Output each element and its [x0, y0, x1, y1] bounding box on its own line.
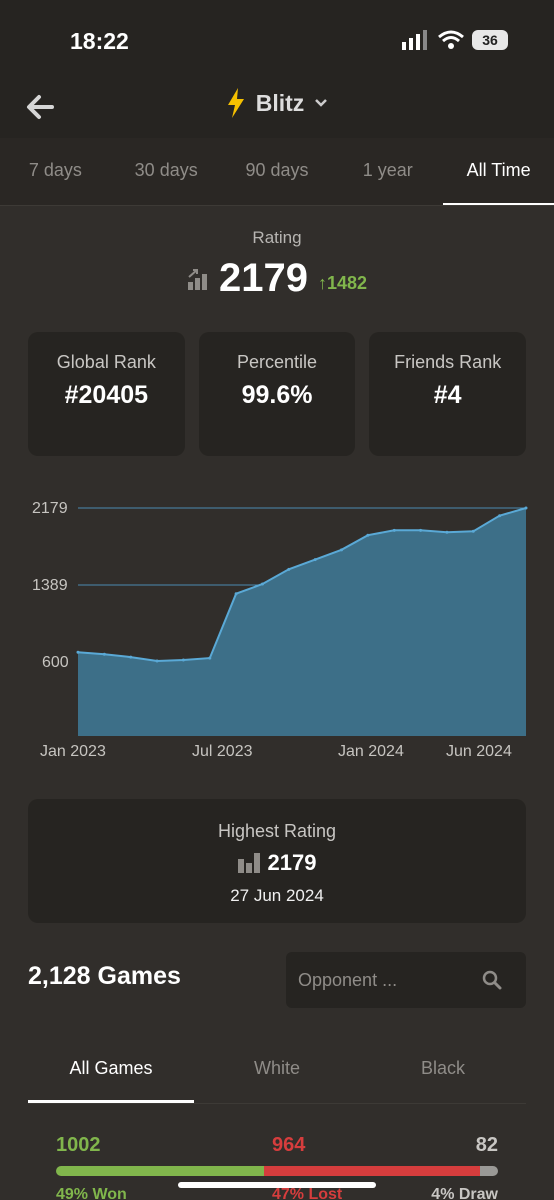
data-point: [498, 514, 502, 518]
tab-7-days[interactable]: 7 days: [0, 138, 111, 205]
opponent-search[interactable]: [286, 952, 526, 1008]
data-point: [392, 528, 396, 532]
lost-percent: 47% Lost: [272, 1186, 343, 1200]
highest-rating-date: 27 Jun 2024: [230, 886, 324, 905]
won-segment: [56, 1166, 264, 1176]
data-point: [155, 659, 159, 663]
draw-segment: [480, 1166, 498, 1176]
status-time: 18:22: [70, 28, 129, 54]
highest-rating-card: Highest Rating 2179 27 Jun 2024: [28, 799, 526, 923]
card-label: Percentile: [236, 352, 318, 372]
up-arrow-icon: ↑: [317, 273, 327, 293]
rating-trend-icon: [187, 268, 207, 290]
search-icon[interactable]: [482, 970, 502, 990]
tab-all-time[interactable]: All Time: [443, 138, 554, 205]
rating-chart[interactable]: 2179 1389 600 Jan 2023 Jul 2023 Jan 2024…: [0, 490, 554, 770]
data-point: [208, 656, 212, 660]
percentile-card: Percentile 99.6%: [198, 332, 356, 456]
results-counts: 1002 964 82: [56, 1134, 498, 1158]
games-count-title: 2,128 Games: [28, 962, 181, 990]
tab-all-games[interactable]: All Games: [28, 1044, 194, 1103]
data-point: [234, 592, 238, 596]
rank-cards: Global Rank #20405 Percentile 99.6% Frie…: [28, 332, 527, 456]
y-tick-label: 2179: [32, 500, 68, 517]
highest-rating-row: 2179: [28, 850, 526, 876]
time-range-tabs: 7 days 30 days 90 days 1 year All Time: [0, 138, 554, 206]
results-bar: [56, 1166, 498, 1176]
rating-summary: 2179 ↑1482: [0, 256, 554, 301]
won-percent: 49% Won: [56, 1186, 127, 1200]
rating-label: Rating: [252, 228, 302, 247]
lightning-icon: [227, 88, 244, 118]
data-point: [129, 655, 133, 659]
area-fill: [78, 508, 526, 736]
card-label: Global Rank: [56, 352, 156, 372]
chevron-down-icon: [315, 99, 328, 107]
data-point: [313, 558, 317, 562]
draw-percent: 4% Draw: [431, 1186, 498, 1200]
data-point: [445, 530, 449, 534]
rating-value: 2179: [218, 256, 308, 300]
x-tick-label: Jun 2024: [446, 743, 512, 760]
status-bar: 18:22 36: [0, 0, 554, 84]
card-value: #20405: [64, 381, 149, 409]
x-tick-label: Jul 2023: [192, 743, 253, 760]
lost-segment: [263, 1166, 481, 1176]
data-point: [340, 548, 344, 552]
mode-selector[interactable]: Blitz: [0, 88, 554, 118]
card-label: Friends Rank: [394, 352, 502, 372]
results-percentages: 49% Won 47% Lost 4% Draw: [56, 1186, 498, 1200]
draw-count: 82: [475, 1134, 498, 1156]
signal-icon: [402, 30, 427, 50]
highest-rating-label: Highest Rating: [217, 821, 337, 841]
tab-black[interactable]: Black: [360, 1044, 526, 1103]
top-header: Blitz: [0, 84, 554, 138]
rating-change: ↑1482: [317, 273, 368, 293]
highest-rating-value: 2179: [267, 850, 317, 875]
data-point: [76, 650, 80, 654]
home-indicator: [178, 1182, 376, 1188]
card-value: #4: [433, 381, 462, 409]
data-point: [524, 506, 528, 510]
page-title: Blitz: [255, 89, 305, 116]
tab-white[interactable]: White: [194, 1044, 360, 1103]
friends-rank-card: Friends Rank #4: [369, 332, 527, 456]
data-point: [260, 582, 264, 586]
x-tick-label: Jan 2023: [40, 743, 106, 760]
card-value: 99.6%: [241, 381, 313, 409]
tab-1-year[interactable]: 1 year: [332, 138, 443, 205]
data-point: [287, 567, 291, 571]
data-point: [102, 652, 106, 656]
y-tick-label: 600: [42, 654, 69, 671]
data-point: [419, 528, 423, 532]
won-count: 1002: [56, 1134, 101, 1156]
bar-chart-icon: [237, 853, 260, 873]
status-icons: 36: [402, 30, 508, 50]
global-rank-card: Global Rank #20405: [28, 332, 185, 456]
tab-30-days[interactable]: 30 days: [111, 138, 222, 205]
lost-count: 964: [272, 1134, 306, 1156]
wifi-icon: [438, 30, 464, 49]
battery-icon: 36: [472, 30, 508, 50]
x-tick-label: Jan 2024: [338, 743, 404, 760]
tab-90-days[interactable]: 90 days: [222, 138, 333, 205]
data-point: [366, 533, 370, 537]
data-point: [471, 529, 475, 533]
y-tick-label: 1389: [32, 577, 68, 594]
data-point: [181, 658, 185, 662]
game-color-tabs: All Games White Black: [28, 1044, 526, 1104]
